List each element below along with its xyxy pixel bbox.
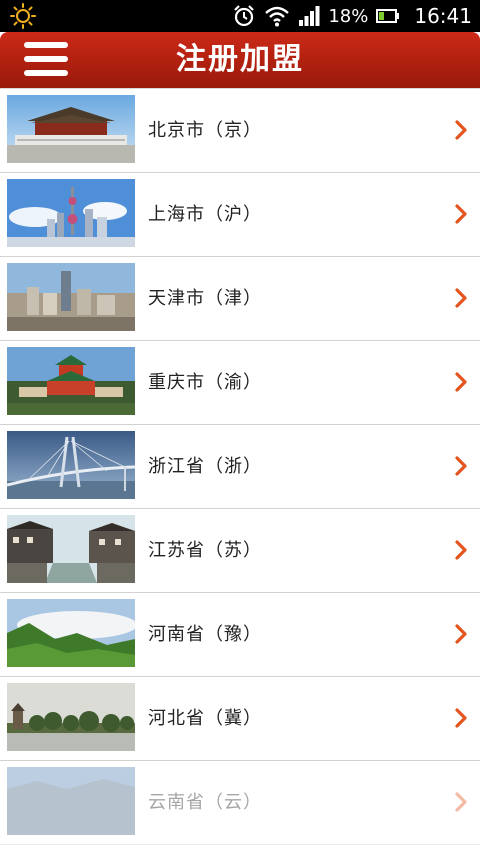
list-item-label: 上海市（沪） bbox=[148, 204, 262, 225]
list-item-beijing[interactable]: 北京市（京） bbox=[0, 88, 480, 173]
chevron-right-icon bbox=[454, 288, 468, 308]
thumbnail-chongqing-hall bbox=[7, 347, 135, 415]
list-item-shanghai[interactable]: 上海市（沪） bbox=[0, 173, 480, 257]
wifi-icon bbox=[264, 5, 290, 27]
region-list: 北京市（京） 上海市（沪） 天津市（津） 重庆市（渝） 浙江省（浙） 江苏省（苏… bbox=[0, 88, 480, 845]
list-item-chongqing[interactable]: 重庆市（渝） bbox=[0, 341, 480, 425]
list-item-label: 江苏省（苏） bbox=[148, 540, 262, 561]
battery-icon bbox=[376, 8, 400, 24]
list-item-hebei[interactable]: 河北省（冀） bbox=[0, 677, 480, 761]
menu-button[interactable] bbox=[24, 40, 70, 80]
chevron-right-icon bbox=[454, 204, 468, 224]
status-clock: 16:41 bbox=[414, 4, 472, 28]
chevron-right-icon bbox=[454, 372, 468, 392]
list-item-tianjin[interactable]: 天津市（津） bbox=[0, 257, 480, 341]
list-item-label: 重庆市（渝） bbox=[148, 372, 262, 393]
alarm-icon bbox=[232, 4, 256, 28]
list-item-label: 河南省（豫） bbox=[148, 624, 262, 645]
list-item-label: 北京市（京） bbox=[148, 120, 262, 141]
thumbnail-shanghai-skyline bbox=[7, 179, 135, 247]
list-item-label: 天津市（津） bbox=[148, 288, 262, 309]
chevron-right-icon bbox=[454, 708, 468, 728]
list-item-yunnan[interactable]: 云南省（云） bbox=[0, 761, 480, 845]
battery-percent: 18% bbox=[328, 5, 369, 27]
thumbnail-bridge bbox=[7, 431, 135, 499]
chevron-right-icon bbox=[454, 624, 468, 644]
signal-icon bbox=[298, 5, 320, 27]
thumbnail-tianjin-city bbox=[7, 263, 135, 331]
title-bar: 注册加盟 bbox=[0, 32, 480, 88]
chevron-right-icon bbox=[454, 120, 468, 140]
list-item-label: 浙江省（浙） bbox=[148, 456, 262, 477]
thumbnail-water-town bbox=[7, 515, 135, 583]
status-bar: 18% 16:41 bbox=[0, 0, 480, 32]
thumbnail-forbidden-city bbox=[7, 95, 135, 163]
list-item-henan[interactable]: 河南省（豫） bbox=[0, 593, 480, 677]
list-item-jiangsu[interactable]: 江苏省（苏） bbox=[0, 509, 480, 593]
list-item-zhejiang[interactable]: 浙江省（浙） bbox=[0, 425, 480, 509]
list-item-label: 河北省（冀） bbox=[148, 708, 262, 729]
page-title: 注册加盟 bbox=[176, 42, 304, 77]
thumbnail-lake-tower bbox=[7, 683, 135, 751]
chevron-right-icon bbox=[454, 456, 468, 476]
weather-sun-icon bbox=[10, 3, 36, 29]
thumbnail-mountains bbox=[7, 599, 135, 667]
chevron-right-icon bbox=[454, 792, 468, 812]
list-item-label: 云南省（云） bbox=[148, 792, 262, 813]
chevron-right-icon bbox=[454, 540, 468, 560]
thumbnail-hills bbox=[7, 767, 135, 835]
